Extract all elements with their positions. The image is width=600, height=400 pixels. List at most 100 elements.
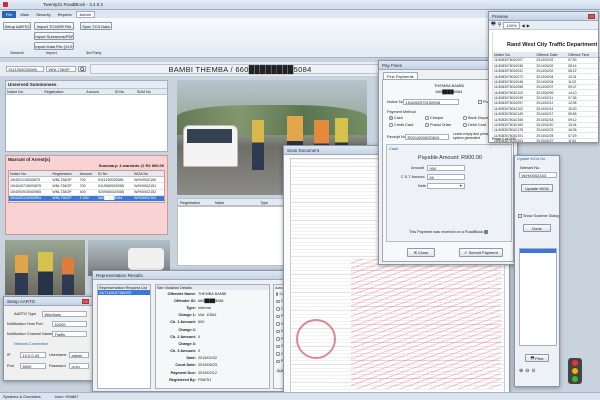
method-debit-card[interactable]: Debit Card	[463, 123, 486, 127]
payment-close-icon-glyph: ✖	[413, 250, 418, 255]
rep-action-radio[interactable]	[276, 352, 280, 356]
zoom-in-icon[interactable]: ⊕	[519, 368, 523, 374]
cash-title: Cash	[389, 146, 399, 151]
woa-input[interactable]: W/H/0002153	[519, 172, 557, 178]
zoom-level[interactable]: 100%	[503, 21, 520, 29]
summons-col-sum[interactable]: SUM No	[136, 89, 167, 96]
search-icon	[79, 67, 85, 71]
setup-aarto-button[interactable]: Setup AARTO	[3, 22, 31, 30]
menu-main[interactable]: Main	[17, 12, 32, 17]
print-preview-icon[interactable]: 🖶	[491, 21, 496, 29]
submit-payment-button[interactable]: ✔ Submit Payment	[459, 248, 503, 257]
show-scanner-box[interactable]	[518, 214, 522, 218]
method-credit-radio[interactable]	[389, 123, 393, 127]
rep-action-radio[interactable]	[276, 359, 280, 363]
menu-admin[interactable]: Admin	[75, 10, 95, 18]
setup-aarto-close-icon[interactable]	[82, 298, 89, 304]
aarto-type-select[interactable]: Windows	[42, 311, 87, 317]
rep-field-label: Charge 2:	[178, 327, 196, 332]
rep-field-row: Ch. 1 Amount: 600	[156, 319, 269, 326]
summons-col-notice[interactable]: Notice No.	[6, 89, 44, 96]
preview-page: Rand West City Traffic Department Notice…	[492, 32, 598, 142]
preview-pager: Page 1 of 206	[492, 137, 516, 141]
rep-action-radio[interactable]	[276, 314, 280, 318]
note-select[interactable]: ▼	[427, 183, 465, 189]
aarto-ip-input[interactable]: 10.0.0.44	[20, 352, 46, 358]
payment-close-button[interactable]: ✖ Close	[407, 248, 435, 257]
sync-tcs-button[interactable]: Sync TCS Data	[80, 22, 112, 30]
rep-action-radio[interactable]	[276, 292, 278, 296]
id-number-input[interactable]: 9111055020085	[6, 66, 44, 72]
receipt-no-input[interactable]: R001/0000/20819	[405, 134, 449, 140]
vehicle-col-registration[interactable]: Registration	[180, 201, 200, 205]
print-button[interactable]: 🖶 Print	[525, 354, 549, 362]
rep-field-row: Registered By: FINES1	[156, 376, 269, 383]
zoom-preview-icon[interactable]: ⚲	[498, 22, 502, 28]
rep-field-value: Viol. 10811	[198, 313, 217, 318]
method-debit-radio[interactable]	[463, 123, 467, 127]
cst-input[interactable]: 00	[427, 174, 465, 180]
aarto-port2-input[interactable]: 8000	[20, 363, 46, 369]
preview-close-icon[interactable]	[588, 13, 595, 19]
warrant-row[interactable]: 15/4082315000954 WNL736GP 1 000 660████5084…	[9, 195, 164, 202]
aarto-username-input[interactable]: admin	[69, 352, 89, 358]
rep-action-radio[interactable]	[276, 322, 280, 326]
warrant-cell: 15/4082315000954	[9, 195, 52, 202]
rep-field-label: Registered By:	[169, 377, 196, 382]
update-woa-button[interactable]: Update WOA	[521, 184, 553, 192]
summons-col-amount[interactable]: Amount	[85, 89, 114, 96]
zoom-fit-icon[interactable]: ⊙	[531, 368, 535, 374]
show-scanner-checkbox[interactable]: Show Scanner Dialog	[518, 214, 559, 218]
import-summons-button[interactable]: Import Summons/PDF	[34, 32, 74, 40]
summons-col-registration[interactable]: Registration	[43, 89, 86, 96]
amount-input[interactable]: 900	[427, 165, 465, 171]
next-page-icon[interactable]: ▶	[527, 23, 530, 28]
registration-input[interactable]: WNL736GP	[46, 66, 76, 72]
woa-result-item[interactable]	[520, 249, 556, 253]
roadblock-received-checkbox[interactable]	[484, 230, 488, 234]
method-cash-radio[interactable]	[389, 116, 393, 120]
rep-action-radio[interactable]	[276, 337, 280, 341]
rep-action-radio[interactable]	[276, 329, 280, 333]
rep-field-row: Ch. 3 Amount: 0	[156, 348, 269, 355]
rep-action-radio[interactable]	[276, 307, 280, 311]
prev-page-icon[interactable]: ◀	[522, 23, 525, 28]
done-button[interactable]: Done	[523, 224, 551, 232]
method-cheque-radio[interactable]	[425, 116, 429, 120]
aarto-password-input[interactable]: ••••••	[69, 363, 89, 369]
rep-field-value: 0	[198, 349, 201, 354]
method-cheque[interactable]: Cheque	[425, 116, 443, 120]
method-cash[interactable]: Cash	[389, 116, 403, 120]
printer-icon: 🖶	[530, 354, 535, 360]
rep-list-item[interactable]: 14/7140157150097	[98, 290, 150, 295]
method-postal-order[interactable]: Postal Order	[425, 123, 451, 127]
rep-action-radio[interactable]	[276, 299, 280, 303]
rep-action-radio[interactable]	[276, 344, 280, 348]
rep-field-label: Type:	[186, 305, 196, 310]
search-button[interactable]	[78, 66, 86, 72]
menu-reports[interactable]: Reports	[55, 12, 75, 17]
rep-field-label: Offender Name:	[167, 291, 196, 296]
import-tcs-button[interactable]: Import TCS/RR File	[34, 22, 74, 30]
vehicle-col-type[interactable]: Type	[260, 201, 268, 205]
method-postal-radio[interactable]	[425, 123, 429, 127]
method-credit-card[interactable]: Credit Card	[389, 123, 413, 127]
summons-col-id[interactable]: ID No	[113, 89, 137, 96]
menu-file[interactable]: File	[2, 10, 17, 18]
menu-security[interactable]: Security	[33, 12, 53, 17]
aarto-port-input[interactable]: 52000	[52, 321, 87, 327]
status-systems[interactable]: Systems & Overrides	[3, 394, 41, 399]
zoom-out-icon[interactable]: ⊖	[525, 368, 529, 374]
import-xls-button[interactable]: Import Data File (XLS)	[34, 42, 74, 50]
vehicle-col-make[interactable]: Make	[215, 201, 224, 205]
document-stamp-area	[351, 259, 501, 389]
method-bank-deposit[interactable]: Bank Deposit	[463, 116, 491, 120]
ribbon-group-import: Import	[46, 51, 57, 55]
notice-no-input[interactable]: 15/4082575150998	[403, 99, 459, 105]
person-banner-text: BAMBI THEMBA / 660████████5084	[168, 64, 312, 74]
post-bac-box[interactable]	[478, 100, 482, 104]
aarto-channel-input[interactable]: Traffic	[52, 331, 87, 337]
rep-field-row: Offender ID: 660████5084	[156, 297, 269, 304]
rep-field-row: Court Date: 2015/06/23	[156, 362, 269, 369]
method-bank-radio[interactable]	[463, 116, 467, 120]
